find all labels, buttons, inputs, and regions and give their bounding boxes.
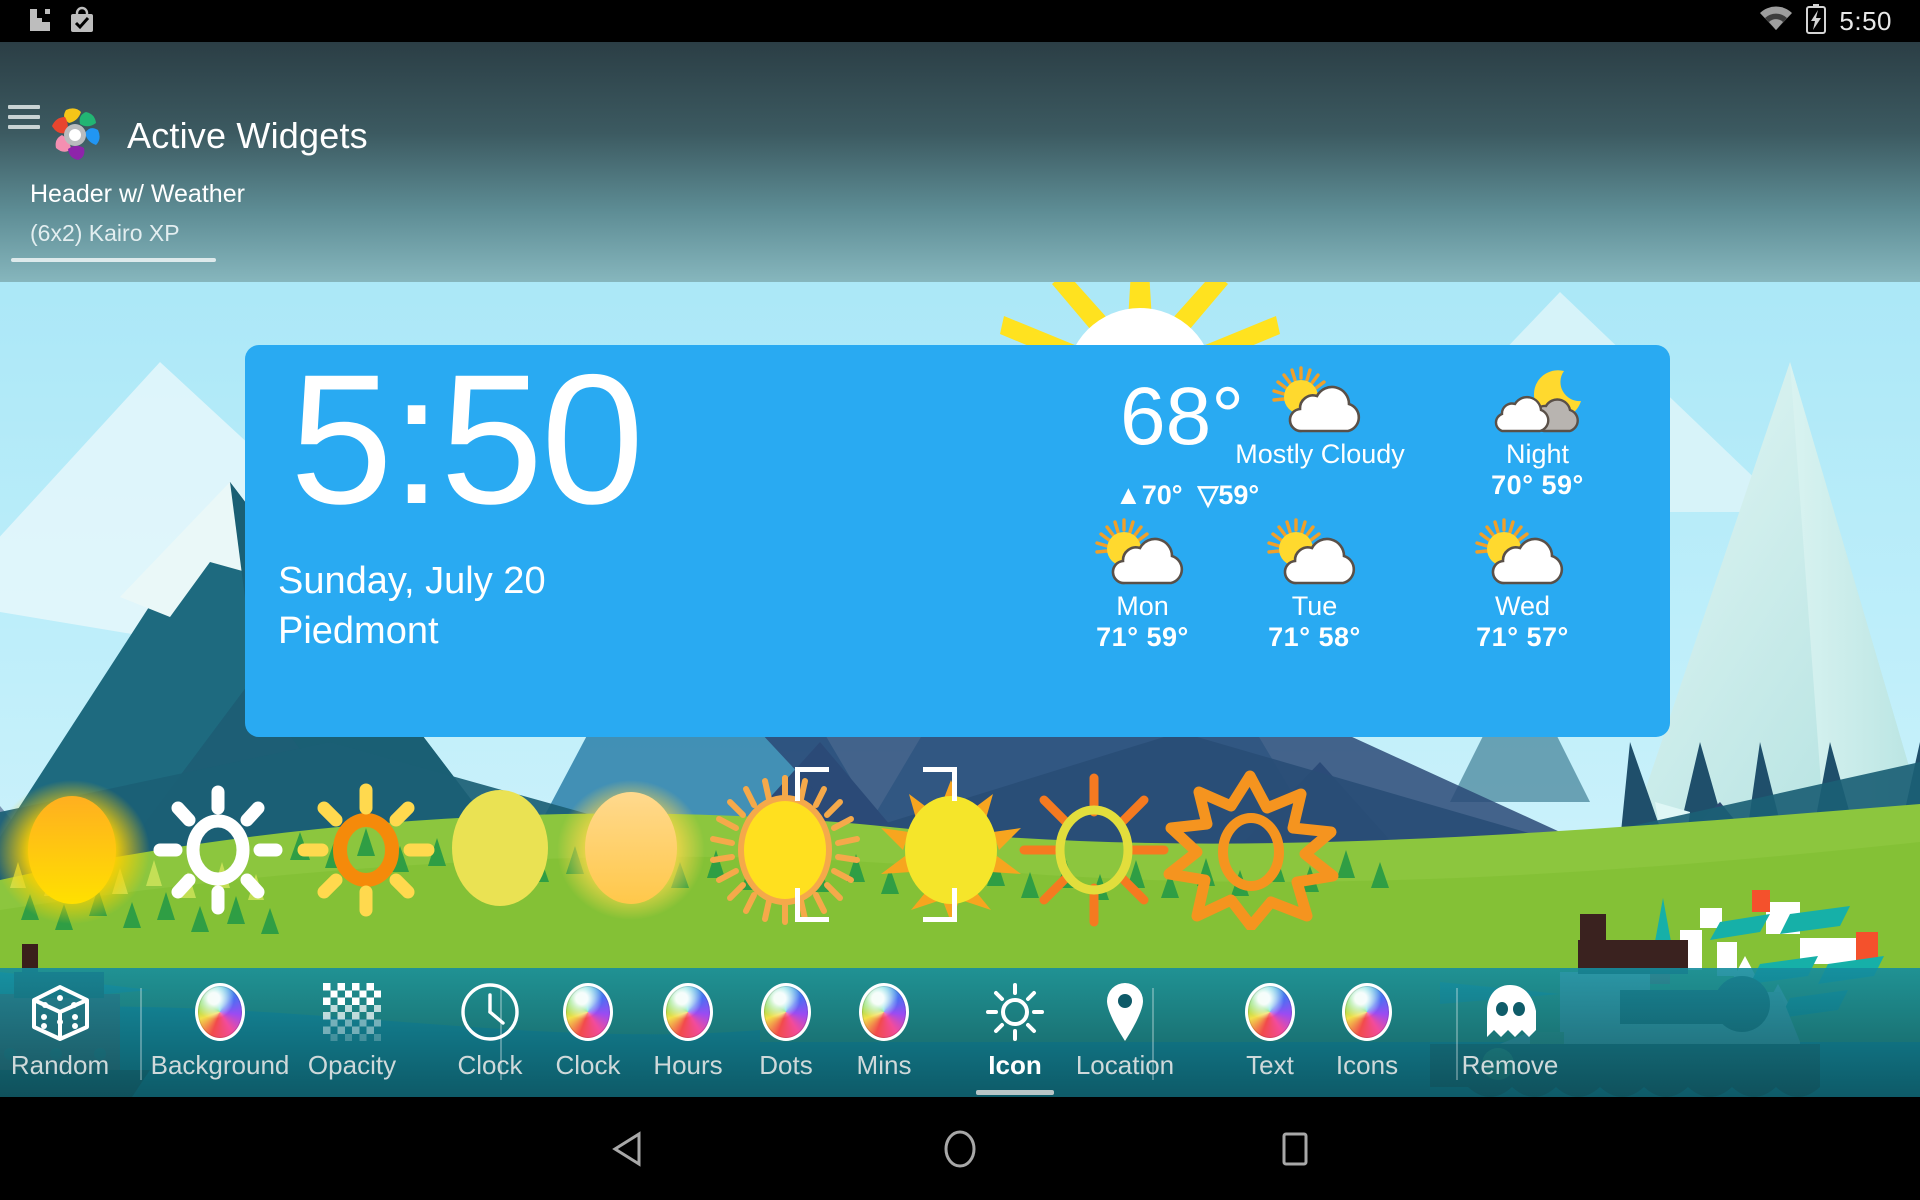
toolbar-label: Icon bbox=[988, 1050, 1042, 1080]
status-bar: 5:50 bbox=[0, 0, 1920, 42]
wed-temps: 71° 57° bbox=[1476, 622, 1569, 652]
color-ball-icon bbox=[1245, 980, 1295, 1044]
device-screen: 5:50 Sunday, July 20 Piedmont 68° ▲70° ▽… bbox=[0, 0, 1920, 1200]
color-ball-icon bbox=[663, 980, 713, 1044]
sun-cloud-icon bbox=[1415, 517, 1630, 591]
night-temps: 70° 59° bbox=[1491, 470, 1584, 500]
selected-icon-indicator bbox=[795, 767, 957, 922]
toolbar-label: Icons bbox=[1335, 1050, 1399, 1080]
low-arrow-icon: ▽ bbox=[1197, 480, 1219, 510]
color-ball-icon bbox=[563, 980, 613, 1044]
bracket-top-right bbox=[923, 767, 957, 801]
bag-check-icon bbox=[68, 6, 96, 39]
toolbar-label: Dots bbox=[759, 1050, 813, 1080]
ghost-icon bbox=[1479, 980, 1541, 1044]
recents-square-icon[interactable] bbox=[1235, 1097, 1355, 1200]
battery-charging-icon bbox=[1806, 3, 1827, 39]
toolbar-divider bbox=[1152, 988, 1154, 1080]
home-circle-icon[interactable] bbox=[900, 1097, 1020, 1200]
widget-name-label: Header w/ Weather bbox=[30, 180, 245, 208]
forecast-cell-condition: Mostly Cloudy bbox=[1205, 365, 1435, 470]
active-tab-underline bbox=[976, 1090, 1054, 1095]
toolbar-label: Text bbox=[1246, 1050, 1294, 1080]
high-arrow-icon: ▲ bbox=[1115, 480, 1142, 510]
status-bar-clock: 5:50 bbox=[1839, 5, 1892, 36]
color-ball-icon bbox=[1342, 980, 1392, 1044]
toolbar-label: Clock bbox=[555, 1050, 621, 1080]
map-pin-icon bbox=[1102, 980, 1148, 1044]
weather-clock-widget[interactable]: 5:50 Sunday, July 20 Piedmont 68° ▲70° ▽… bbox=[245, 345, 1670, 737]
toolbar-divider bbox=[500, 988, 502, 1080]
page-title: Active Widgets bbox=[127, 115, 368, 156]
image-notification-icon bbox=[26, 6, 54, 39]
wed-label: Wed bbox=[1494, 591, 1551, 621]
toolbar-item-location[interactable]: Location bbox=[1050, 968, 1200, 1097]
widget-city: Piedmont bbox=[278, 610, 439, 652]
forecast-cell-tue: Tue 71° 58° bbox=[1207, 517, 1422, 653]
active-widgets-logo bbox=[44, 104, 106, 166]
widget-size-label: (6x2) Kairo XP bbox=[30, 220, 180, 246]
back-triangle-icon[interactable] bbox=[570, 1097, 690, 1200]
night-label: Night bbox=[1505, 439, 1570, 469]
hamburger-icon[interactable] bbox=[4, 99, 44, 135]
navigation-bar bbox=[0, 1097, 1920, 1200]
toolbar-divider bbox=[140, 988, 142, 1080]
wifi-icon bbox=[1759, 6, 1793, 37]
toolbar-item-background[interactable]: Background bbox=[145, 968, 295, 1097]
bracket-bottom-left bbox=[795, 888, 829, 922]
tue-temps: 71° 58° bbox=[1268, 622, 1361, 652]
bracket-bottom-right bbox=[923, 888, 957, 922]
icon-option-orange-starburst-outline-sun[interactable] bbox=[1155, 770, 1339, 932]
sun-icon bbox=[984, 980, 1046, 1044]
toolbar-item-icons[interactable]: Icons bbox=[1292, 968, 1442, 1097]
sun-cloud-icon bbox=[1207, 517, 1422, 591]
toolbar-label: Mins bbox=[856, 1050, 912, 1080]
forecast-cell-wed: Wed 71° 57° bbox=[1415, 517, 1630, 653]
toolbar-item-opacity[interactable]: Opacity bbox=[277, 968, 427, 1097]
toolbar-label: Location bbox=[1075, 1050, 1175, 1080]
toolbar-item-random[interactable]: Random bbox=[0, 968, 135, 1097]
toolbar-label: Opacity bbox=[307, 1050, 397, 1080]
low-temp: 59° bbox=[1218, 480, 1260, 510]
toolbar-label: Background bbox=[150, 1050, 290, 1080]
high-low-temperature: ▲70° ▽59° bbox=[1115, 480, 1259, 511]
tab-underline bbox=[11, 258, 216, 262]
color-ball-icon bbox=[761, 980, 811, 1044]
high-temp: 70° bbox=[1141, 480, 1183, 510]
sun-cloud-icon bbox=[1205, 365, 1435, 439]
toolbar-label: Remove bbox=[1461, 1050, 1559, 1080]
moon-cloud-icon bbox=[1430, 365, 1645, 439]
condition-label: Mostly Cloudy bbox=[1235, 439, 1405, 469]
forecast-cell-night: Night 70° 59° bbox=[1430, 365, 1645, 501]
color-ball-icon bbox=[859, 980, 909, 1044]
tue-label: Tue bbox=[1291, 591, 1338, 621]
widget-clock: 5:50 bbox=[290, 345, 644, 543]
app-bar: Active Widgets Header w/ Weather (6x2) K… bbox=[0, 42, 1920, 282]
icon-chooser-strip[interactable] bbox=[0, 770, 1920, 932]
toolbar-label: Random bbox=[10, 1050, 110, 1080]
color-ball-icon bbox=[195, 980, 245, 1044]
editor-toolbar: Random Background Opacity Clock Clock Ho… bbox=[0, 968, 1920, 1097]
clock-face-icon bbox=[459, 980, 521, 1044]
checkerboard-icon bbox=[323, 980, 381, 1044]
toolbar-divider bbox=[1456, 988, 1458, 1080]
dice-icon bbox=[27, 980, 93, 1044]
widget-date: Sunday, July 20 bbox=[278, 560, 546, 602]
bracket-top-left bbox=[795, 767, 829, 801]
toolbar-item-mins[interactable]: Mins bbox=[809, 968, 959, 1097]
